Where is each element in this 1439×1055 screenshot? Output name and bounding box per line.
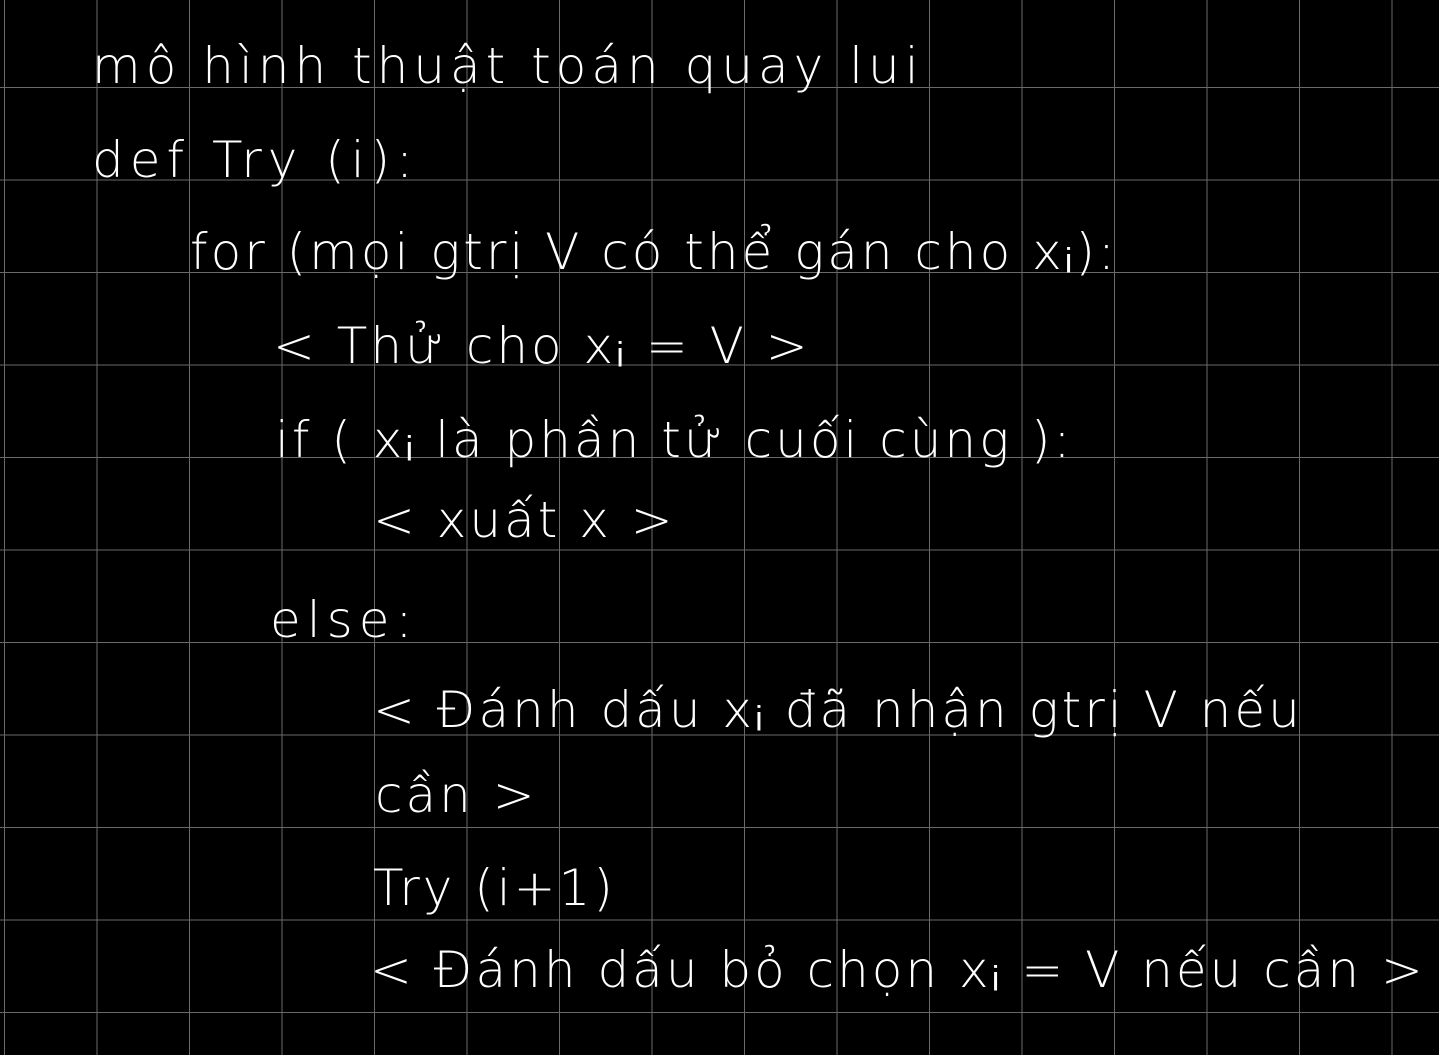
- code-line-try-assign: < Thử cho xᵢ = V >: [273, 317, 811, 375]
- heading-title: mô hình thuật toán quay lui: [92, 37, 924, 95]
- code-line-for: for (mọi gtrị V có thể gán cho xᵢ):: [190, 223, 1118, 281]
- code-line-else: else:: [270, 591, 419, 649]
- code-line-unmark: < Đánh dấu bỏ chọn xᵢ = V nếu cần >: [370, 941, 1426, 999]
- code-line-def: def Try (i):: [92, 131, 419, 189]
- code-line-mark-cont: cần >: [375, 766, 538, 824]
- code-line-mark: < Đánh dấu xᵢ đã nhận gtrị V nếu: [373, 681, 1303, 739]
- code-line-if: if ( xᵢ là phần tử cuối cùng ):: [275, 411, 1074, 469]
- code-line-recursive-call: Try (i+1): [373, 859, 616, 917]
- code-line-output: < xuất x >: [373, 491, 676, 549]
- grid-canvas: mô hình thuật toán quay lui def Try (i):…: [0, 0, 1439, 1055]
